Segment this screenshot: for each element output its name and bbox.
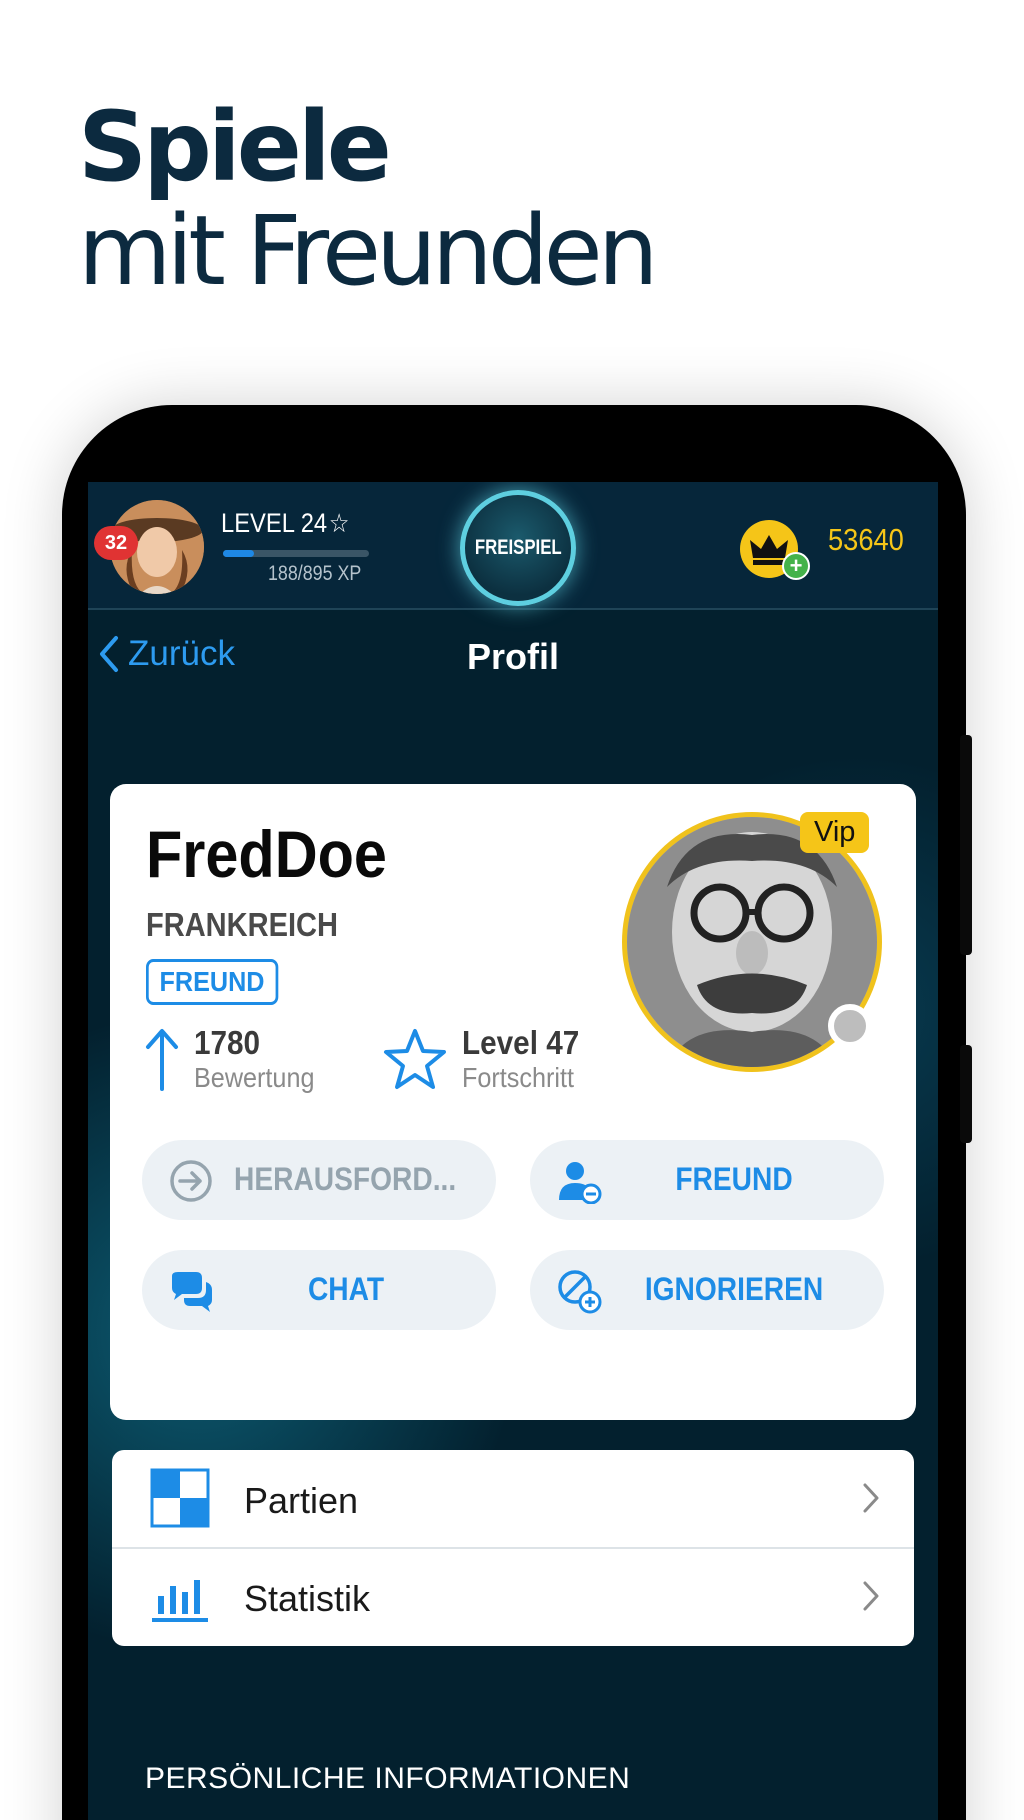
bar-chart-icon [150, 1566, 210, 1626]
top-bar: 32 LEVEL 24 ☆ 188/895 XP FREISPIEL + 536… [88, 482, 938, 610]
friend-status-tag: FREUND [146, 959, 279, 1005]
unfriend-label: FREUND [675, 1161, 793, 1197]
level-value: Level 47 [462, 1024, 580, 1061]
promo-headline: Spiele mit Freunden [78, 91, 659, 307]
chessboard-icon [150, 1468, 210, 1528]
profile-card: FredDoe FRANKREICH FREUND 1780 Bewertung… [110, 784, 916, 1420]
nav-bar: Zurück Profil [88, 612, 938, 706]
player-level-text: LEVEL 24 [221, 508, 328, 538]
rating-value: 1780 [194, 1024, 261, 1061]
challenge-button[interactable]: HERAUSFORD... [142, 1140, 496, 1220]
free-play-button[interactable]: FREISPIEL [460, 490, 576, 606]
level-stat: Level 47 Fortschritt [382, 1024, 592, 1094]
phone-side-button-power [960, 1045, 972, 1143]
ignore-button[interactable]: IGNORIEREN [530, 1250, 884, 1330]
online-status-dot [828, 1004, 872, 1048]
chevron-right-icon [862, 1580, 880, 1617]
arrow-up-icon [146, 1029, 178, 1091]
xp-text: 188/895 XP [268, 562, 362, 585]
challenge-label: HERAUSFORD... [234, 1161, 457, 1197]
player-level: LEVEL 24 ☆ [221, 508, 349, 539]
chat-bubbles-icon [168, 1268, 214, 1314]
remove-friend-icon [556, 1158, 602, 1204]
xp-progress-fill [223, 550, 254, 557]
xp-progress-bar [223, 550, 369, 557]
profile-menu: Partien Statistik [112, 1450, 914, 1646]
block-add-icon [556, 1268, 602, 1314]
coin-balance: 53640 [828, 522, 904, 557]
vip-badge: Vip [800, 812, 870, 853]
rating-stat: 1780 Bewertung [144, 1024, 328, 1094]
chevron-right-icon [862, 1482, 880, 1519]
page-title: Profil [466, 636, 559, 677]
headline-line-1: Spiele [78, 91, 392, 203]
profile-name: FredDoe [146, 817, 387, 891]
app-screen: 32 LEVEL 24 ☆ 188/895 XP FREISPIEL + 536… [88, 482, 938, 1820]
notification-badge: 32 [94, 526, 138, 560]
ignore-label: IGNORIEREN [644, 1271, 824, 1307]
arrow-circle-right-icon [168, 1158, 214, 1204]
rating-label: Bewertung [194, 1062, 315, 1093]
menu-item-games-label: Partien [244, 1480, 359, 1521]
chat-button[interactable]: CHAT [142, 1250, 496, 1330]
menu-item-statistics-label: Statistik [244, 1578, 371, 1619]
level-label: Fortschritt [462, 1062, 575, 1093]
star-outline-icon: ☆ [328, 508, 350, 538]
profile-country: FRANKREICH [146, 906, 338, 943]
menu-item-games[interactable]: Partien [112, 1450, 914, 1549]
free-play-label: FREISPIEL [474, 536, 562, 559]
star-icon [384, 1029, 446, 1089]
section-title-personal-info: PERSÖNLICHE INFORMATIONEN [145, 1762, 631, 1795]
headline-line-2: mit Freunden [78, 195, 659, 307]
chat-label: CHAT [307, 1271, 385, 1307]
unfriend-button[interactable]: FREUND [530, 1140, 884, 1220]
menu-item-statistics[interactable]: Statistik [112, 1548, 914, 1646]
add-coins-icon[interactable]: + [782, 552, 810, 580]
phone-side-button-volume [960, 735, 972, 955]
